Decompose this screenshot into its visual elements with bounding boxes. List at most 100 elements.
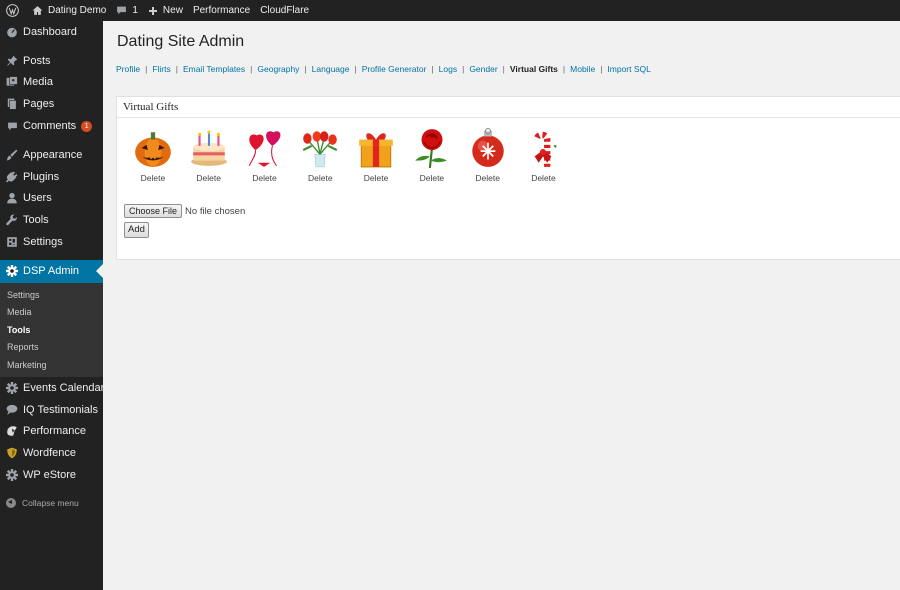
submenu-item-media[interactable]: Media: [0, 304, 103, 321]
comment-count-badge: 1: [81, 120, 93, 132]
file-upload: Choose File No file chosen: [124, 204, 245, 218]
tab-language[interactable]: Language: [312, 64, 350, 74]
tab-mobile[interactable]: Mobile: [570, 64, 595, 74]
gift-list: Delete Delete Delete Delete Delete Delete Dele…: [125, 127, 571, 183]
tab-email-templates[interactable]: Email Templates: [183, 64, 245, 74]
page-title: Dating Site Admin: [117, 33, 245, 50]
sidebar-item-media[interactable]: Media: [0, 72, 103, 94]
delete-gift-link[interactable]: Delete: [141, 173, 166, 183]
candy-cane-icon: [522, 127, 564, 169]
wordpress-icon: [6, 4, 19, 17]
admin-tabs-nav: Profile | Flirts | Email Templates | Geography…: [116, 64, 651, 74]
adminbar-item-new[interactable]: New: [143, 0, 188, 21]
performance-icon: [6, 425, 18, 437]
adminbar-wordpress-logo[interactable]: [0, 0, 27, 21]
gift-item: Delete: [516, 127, 572, 183]
pumpkin-icon: [132, 127, 174, 169]
cake-icon: [188, 127, 230, 169]
sidebar-item-label: DSP Admin: [23, 265, 80, 278]
sidebar-item-dsp-admin[interactable]: DSP Admin: [0, 259, 103, 283]
delete-gift-link[interactable]: Delete: [364, 173, 389, 183]
media-icon: [6, 76, 18, 88]
adminbar-item-performance[interactable]: Performance: [188, 0, 255, 21]
sidebar-item-settings[interactable]: Settings: [0, 231, 103, 253]
tab-separator: |: [250, 64, 253, 74]
sidebar-item-wordfence[interactable]: Wordfence: [0, 442, 103, 464]
tab-profile[interactable]: Profile: [116, 64, 140, 74]
sidebar-item-comments[interactable]: Comments 1: [0, 115, 103, 137]
sidebar-item-tools[interactable]: Tools: [0, 209, 103, 231]
gift-item: Delete: [237, 127, 293, 183]
sidebar-item-users[interactable]: Users: [0, 188, 103, 210]
tab-separator: |: [145, 64, 148, 74]
sidebar-item-events-calendar[interactable]: Events Calendar: [0, 377, 105, 399]
sidebar-item-wp-estore[interactable]: WP eStore: [0, 464, 103, 486]
choose-file-button[interactable]: Choose File: [124, 204, 183, 218]
adminbar-label: Performance: [192, 5, 251, 16]
admin-bar: Dating Demo 1 New Performance CloudFlare: [0, 0, 900, 21]
gift-item: Delete: [125, 127, 181, 183]
sidebar-item-label: Comments: [23, 120, 77, 133]
paintbrush-icon: [6, 149, 18, 161]
comment-icon: [6, 120, 18, 132]
submenu-item-tools[interactable]: Tools: [0, 322, 103, 339]
tab-gender[interactable]: Gender: [469, 64, 497, 74]
submenu-item-settings[interactable]: Settings: [0, 287, 103, 304]
pin-icon: [6, 55, 18, 67]
heart-balloons-icon: [243, 127, 285, 169]
sidebar-item-performance[interactable]: Performance: [0, 421, 103, 443]
tab-profile-generator[interactable]: Profile Generator: [362, 64, 427, 74]
sidebar-item-pages[interactable]: Pages: [0, 93, 103, 115]
plus-icon: [148, 6, 158, 16]
delete-gift-link[interactable]: Delete: [308, 173, 333, 183]
tab-geography[interactable]: Geography: [257, 64, 299, 74]
collapse-menu-button[interactable]: Collapse menu: [0, 492, 103, 514]
tab-virtual-gifts[interactable]: Virtual Gifts: [510, 64, 558, 74]
collapse-menu-label: Collapse menu: [22, 497, 79, 508]
sidebar-item-label: Tools: [23, 214, 49, 227]
sidebar-item-dashboard[interactable]: Dashboard: [0, 21, 103, 43]
sidebar-item-appearance[interactable]: Appearance: [0, 144, 103, 166]
sidebar-item-label: Dashboard: [23, 25, 77, 38]
sidebar-item-label: Plugins: [23, 170, 60, 183]
pages-icon: [6, 98, 18, 110]
add-button[interactable]: Add: [124, 222, 149, 238]
submenu-item-marketing[interactable]: Marketing: [0, 357, 103, 374]
sidebar-item-label: WP eStore: [23, 469, 76, 481]
adminbar-item-dating-demo[interactable]: Dating Demo: [27, 0, 111, 21]
sidebar-item-posts[interactable]: Posts: [0, 50, 103, 72]
sidebar-item-plugins[interactable]: Plugins: [0, 166, 103, 188]
tulip-vase-icon: [299, 127, 341, 169]
sidebar-item-label: Users: [23, 192, 52, 205]
delete-gift-link[interactable]: Delete: [196, 173, 221, 183]
admin-sidebar: Dashboard Posts Media Pages Comments 1 Appea…: [0, 21, 105, 590]
delete-gift-link[interactable]: Delete: [531, 173, 556, 183]
gift-item: Delete: [404, 127, 460, 183]
adminbar-label: Dating Demo: [48, 5, 107, 16]
delete-gift-link[interactable]: Delete: [420, 173, 445, 183]
ornament-icon: [467, 127, 509, 169]
gear-icon: [6, 381, 18, 394]
submenu-item-reports[interactable]: Reports: [0, 339, 103, 356]
tab-import-sql[interactable]: Import SQL: [607, 64, 650, 74]
tab-logs[interactable]: Logs: [439, 64, 457, 74]
sidebar-item-label: Events Calendar: [23, 381, 105, 394]
gear-icon: [6, 469, 18, 481]
tab-separator: |: [304, 64, 307, 74]
tab-separator: |: [562, 64, 566, 74]
gift-item: Delete: [181, 127, 237, 183]
delete-gift-link[interactable]: Delete: [475, 173, 500, 183]
gear-icon: [6, 265, 18, 278]
tab-flirts[interactable]: Flirts: [152, 64, 170, 74]
settings-icon: [6, 236, 18, 248]
adminbar-item-cloudflare[interactable]: CloudFlare: [255, 0, 314, 21]
adminbar-item-1[interactable]: 1: [111, 0, 143, 21]
sidebar-item-iq-testimonials[interactable]: IQ Testimonials: [0, 399, 103, 421]
dsp-admin-submenu: Settings Media Tools Reports Marketing: [0, 282, 103, 377]
wrench-icon: [6, 214, 18, 226]
delete-gift-link[interactable]: Delete: [252, 173, 277, 183]
comment-icon: [116, 5, 127, 16]
sidebar-item-label: Wordfence: [23, 447, 76, 460]
speech-bubble-icon: [6, 404, 18, 416]
adminbar-label: CloudFlare: [260, 5, 310, 16]
